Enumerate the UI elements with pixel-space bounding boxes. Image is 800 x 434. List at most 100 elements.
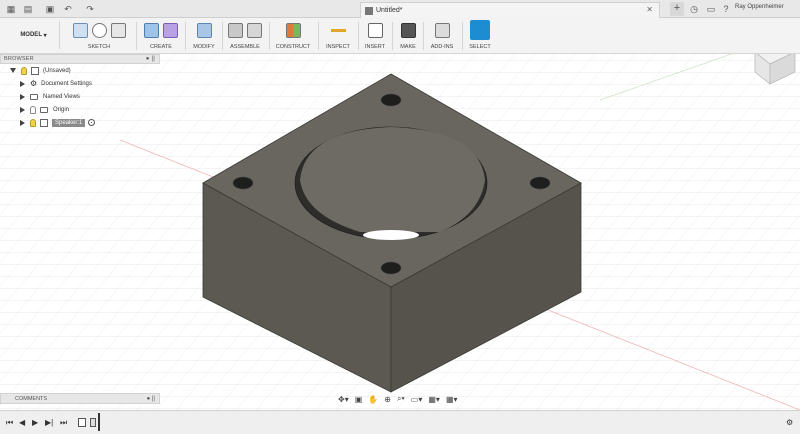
viewports-icon[interactable]: ▦▾ xyxy=(446,395,458,404)
play-icon[interactable]: ▶ xyxy=(32,418,38,427)
expand-icon[interactable] xyxy=(20,93,25,100)
model-top-face[interactable] xyxy=(202,73,582,288)
new-tab-button[interactable]: + xyxy=(670,2,684,16)
timeline-bar: ⏮ ◀ ▶ ▶| ⏭ ⚙ xyxy=(0,410,800,434)
visibility-bulb-icon[interactable] xyxy=(21,66,27,75)
app-grid-icon[interactable]: ▦ xyxy=(5,3,17,15)
sketch-group[interactable]: SKETCH xyxy=(64,20,134,52)
step-forward-icon[interactable]: ▶| xyxy=(45,418,53,427)
history-icon[interactable]: ◷ xyxy=(688,3,700,15)
activate-component-icon[interactable] xyxy=(88,119,96,126)
go-to-start-icon[interactable]: ⏮ xyxy=(6,418,13,428)
help-icon[interactable]: ? xyxy=(720,3,732,15)
inspect-group[interactable]: INSPECT xyxy=(320,20,356,52)
workspace-switcher[interactable]: MODEL ▾ xyxy=(8,21,60,49)
go-to-end-icon[interactable]: ⏭ xyxy=(60,418,67,428)
file-menu-icon[interactable]: ▤ xyxy=(22,3,34,15)
select-cursor-icon[interactable] xyxy=(470,20,490,40)
finish-sketch-icon[interactable] xyxy=(91,22,107,38)
mount-hole-top[interactable] xyxy=(380,93,402,107)
addins-group[interactable]: ADD-INS xyxy=(424,20,460,52)
toolbar: MODEL ▾ SKETCH CREATE MODIFY ASSEMBLE CO… xyxy=(0,18,800,54)
document-title: Untitled* xyxy=(376,7,403,14)
browser-header[interactable]: BROWSER ● || xyxy=(0,54,160,64)
view-cube[interactable]: Z xyxy=(744,30,796,85)
mount-hole-left[interactable] xyxy=(232,176,254,190)
insert-image-icon[interactable] xyxy=(367,22,383,38)
measure-icon[interactable] xyxy=(330,22,346,38)
3d-print-icon[interactable] xyxy=(400,22,416,38)
visibility-bulb-icon[interactable] xyxy=(30,105,36,114)
fit-icon[interactable]: ⌕▾ xyxy=(397,394,405,404)
gear-icon: ⚙ xyxy=(30,79,38,88)
create-group[interactable]: CREATE xyxy=(138,20,184,52)
sketch-label: SKETCH xyxy=(87,44,111,50)
save-icon[interactable]: ▣ xyxy=(44,3,56,15)
browser-panel: BROWSER ● || (Unsaved) ⚙ Document Settin… xyxy=(0,54,160,134)
form-icon[interactable] xyxy=(163,22,178,38)
step-back-icon[interactable]: ◀ xyxy=(19,418,25,427)
tree-item-named-views[interactable]: Named Views xyxy=(0,90,160,103)
extrude-icon[interactable] xyxy=(144,22,159,38)
grid-settings-icon[interactable]: ▦▾ xyxy=(428,395,440,404)
zoom-icon[interactable]: ⊕ xyxy=(384,395,391,404)
close-tab-icon[interactable]: ✕ xyxy=(646,5,653,14)
scripts-icon[interactable] xyxy=(434,22,450,38)
browser-root[interactable]: (Unsaved) xyxy=(0,64,160,77)
center-bore[interactable] xyxy=(294,126,488,240)
orbit-icon[interactable]: ✥▾ xyxy=(338,395,349,404)
comments-panel[interactable]: COMMENTS ● || xyxy=(0,393,160,404)
pin-icon[interactable]: ● || xyxy=(146,56,155,62)
construct-group[interactable]: CONSTRUCT xyxy=(270,20,316,52)
inspect-label: INSPECT xyxy=(326,44,350,50)
modify-group[interactable]: MODIFY xyxy=(186,20,222,52)
addins-label: ADD-INS xyxy=(430,44,454,50)
tree-item-origin[interactable]: Origin xyxy=(0,103,160,116)
timeline-settings-icon[interactable]: ⚙ xyxy=(786,418,793,427)
comments-add-icon[interactable]: ● || xyxy=(147,396,155,402)
navigation-bar: ✥▾ ▣ ✋ ⊕ ⌕▾ ▭▾ ▦▾ ▦▾ xyxy=(338,392,464,406)
pan-icon[interactable]: ✋ xyxy=(368,395,378,404)
user-name[interactable]: Ray Oppenheimer xyxy=(735,4,784,10)
mount-hole-bottom[interactable] xyxy=(380,261,402,275)
tree-item-document-settings[interactable]: ⚙ Document Settings xyxy=(0,77,160,90)
expand-icon[interactable] xyxy=(20,106,25,113)
line-icon[interactable] xyxy=(110,22,126,38)
folder-icon xyxy=(30,93,38,100)
offset-plane-icon[interactable] xyxy=(285,22,301,38)
create-sketch-icon[interactable] xyxy=(72,22,88,38)
make-group[interactable]: MAKE xyxy=(394,20,422,52)
insert-group[interactable]: INSERT xyxy=(360,20,390,52)
assemble-group[interactable]: ASSEMBLE xyxy=(223,20,267,52)
expand-icon[interactable] xyxy=(20,119,25,126)
mount-hole-right[interactable] xyxy=(529,176,551,190)
jobs-icon[interactable]: ▭ xyxy=(705,3,717,15)
joint-icon[interactable] xyxy=(247,22,262,38)
look-at-icon[interactable]: ▣ xyxy=(355,395,363,404)
visibility-bulb-icon[interactable] xyxy=(30,118,36,127)
root-label: (Unsaved) xyxy=(43,67,71,74)
display-settings-icon[interactable]: ▭▾ xyxy=(411,395,423,404)
speaker-model[interactable] xyxy=(202,73,582,393)
new-component-icon[interactable] xyxy=(228,22,243,38)
redo-icon[interactable]: ↷ xyxy=(84,3,96,15)
undo-icon[interactable]: ↶ xyxy=(62,3,74,15)
model-left-face[interactable] xyxy=(202,182,392,393)
workspace-label: MODEL xyxy=(20,32,42,38)
expand-icon[interactable] xyxy=(20,80,25,87)
bore-opening xyxy=(363,230,419,240)
timeline-feature-icon[interactable] xyxy=(90,418,96,427)
press-pull-icon[interactable] xyxy=(196,22,212,38)
tree-item-speaker[interactable]: Speaker:1 xyxy=(0,116,160,129)
timeline-marker[interactable] xyxy=(98,413,100,431)
expand-icon[interactable] xyxy=(10,68,16,73)
timeline-feature-icon[interactable] xyxy=(78,418,86,427)
construct-label: CONSTRUCT xyxy=(275,44,311,50)
assemble-label: ASSEMBLE xyxy=(230,44,260,50)
document-icon xyxy=(31,66,39,75)
tree-item-label: Origin xyxy=(53,106,70,113)
select-group[interactable]: SELECT xyxy=(464,20,496,52)
document-tab[interactable]: Untitled* ✕ xyxy=(360,2,660,18)
model-right-face[interactable] xyxy=(390,182,582,393)
tree-item-label: Speaker:1 xyxy=(52,118,86,127)
